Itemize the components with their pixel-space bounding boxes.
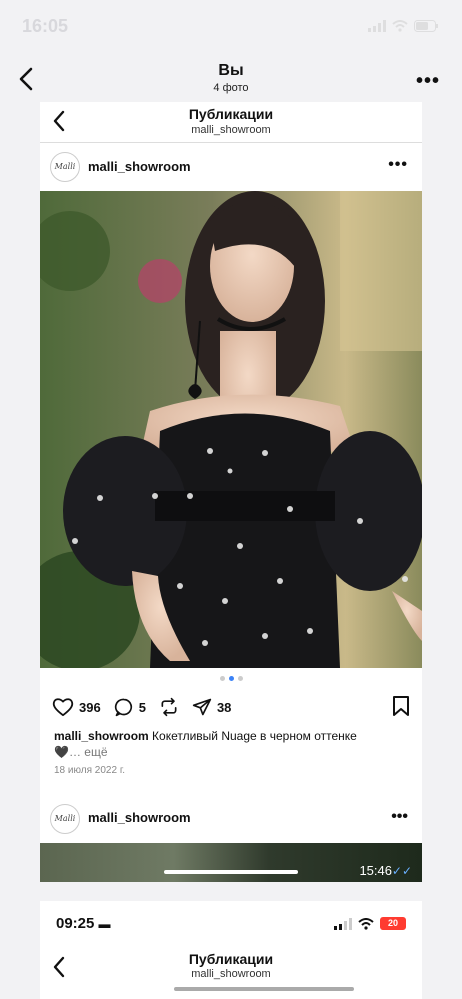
card2-status-icons: 20 [334, 917, 406, 930]
caption-more-link[interactable]: … ещё [69, 745, 108, 759]
pager-dot [237, 676, 243, 681]
shares-count: 38 [216, 699, 232, 715]
photo-pager [40, 676, 422, 686]
avatar[interactable]: Malli [50, 152, 80, 182]
divider [40, 142, 422, 143]
caption-username[interactable]: malli_showroom [54, 729, 149, 743]
heart-icon[interactable] [52, 697, 74, 717]
screenshot-card-2[interactable]: 09:25 ▬ 20 Публикации malli_showroom [40, 901, 422, 999]
post-photo[interactable] [40, 191, 422, 668]
caption-emoji: 🖤 [54, 745, 69, 759]
bookmark-icon[interactable] [392, 695, 410, 717]
card2-time: 09:25 ▬ [56, 915, 111, 932]
next-post-photo-strip: 15:46 ✓✓ [40, 843, 422, 882]
post-more-icon[interactable]: ••• [391, 808, 408, 826]
post-nav-subtitle: malli_showroom [191, 124, 271, 136]
card2-nav-title: Публикации [188, 951, 274, 967]
send-icon[interactable] [192, 697, 212, 717]
read-checks-icon: ✓✓ [391, 864, 412, 878]
likes-count: 396 [79, 699, 101, 715]
next-post-username[interactable]: malli_showroom [88, 810, 191, 825]
pager-dot [219, 676, 225, 681]
next-post-header: Malli malli_showroom ••• [40, 802, 422, 842]
wifi-icon [358, 917, 374, 930]
post-caption: malli_showroom Кокетливый Nuage в черном… [54, 728, 410, 760]
status-bar: 16:05 [0, 0, 462, 56]
status-icons [368, 20, 438, 32]
battery-indicator: 20 [380, 917, 406, 930]
post-more-icon[interactable]: ••• [388, 156, 408, 174]
post-date: 18 июля 2022 г. [54, 765, 126, 776]
home-indicator [174, 987, 354, 991]
repost-icon[interactable] [159, 697, 179, 717]
header-title: Вы [218, 62, 244, 79]
like-group[interactable]: 396 [52, 697, 101, 717]
home-indicator [164, 870, 298, 874]
share-group[interactable]: 38 [192, 697, 231, 717]
post-username[interactable]: malli_showroom [88, 159, 191, 174]
photo-viewer-header: Вы 4 фото ••• [0, 56, 462, 102]
post-nav-bar: Публикации malli_showroom [40, 102, 422, 142]
header-subtitle: 4 фото [213, 82, 249, 94]
comment-group[interactable]: 5 [114, 697, 146, 717]
message-time: 15:46 [359, 863, 392, 878]
caption-text: Кокетливый Nuage в черном оттенке [152, 729, 357, 743]
battery-icon [414, 20, 438, 32]
comments-count: 5 [138, 699, 146, 715]
comment-icon[interactable] [114, 697, 134, 717]
wifi-icon [392, 20, 408, 32]
more-options-icon[interactable]: ••• [416, 70, 440, 93]
avatar[interactable]: Malli [50, 804, 80, 834]
bed-icon: ▬ [98, 917, 111, 931]
card2-nav-subtitle: malli_showroom [191, 968, 271, 980]
pager-dot [228, 676, 234, 681]
screenshot-card[interactable]: Публикации malli_showroom Malli malli_sh… [40, 102, 422, 882]
status-time: 16:05 [22, 16, 69, 36]
post-actions: 396 5 38 [52, 694, 412, 720]
post-header: Malli malli_showroom ••• [40, 150, 422, 190]
card2-time-text: 09:25 [56, 915, 95, 932]
post-nav-title: Публикации [188, 106, 274, 122]
signal-icon [368, 20, 386, 32]
signal-icon [334, 917, 352, 930]
repost-group[interactable] [159, 697, 179, 717]
